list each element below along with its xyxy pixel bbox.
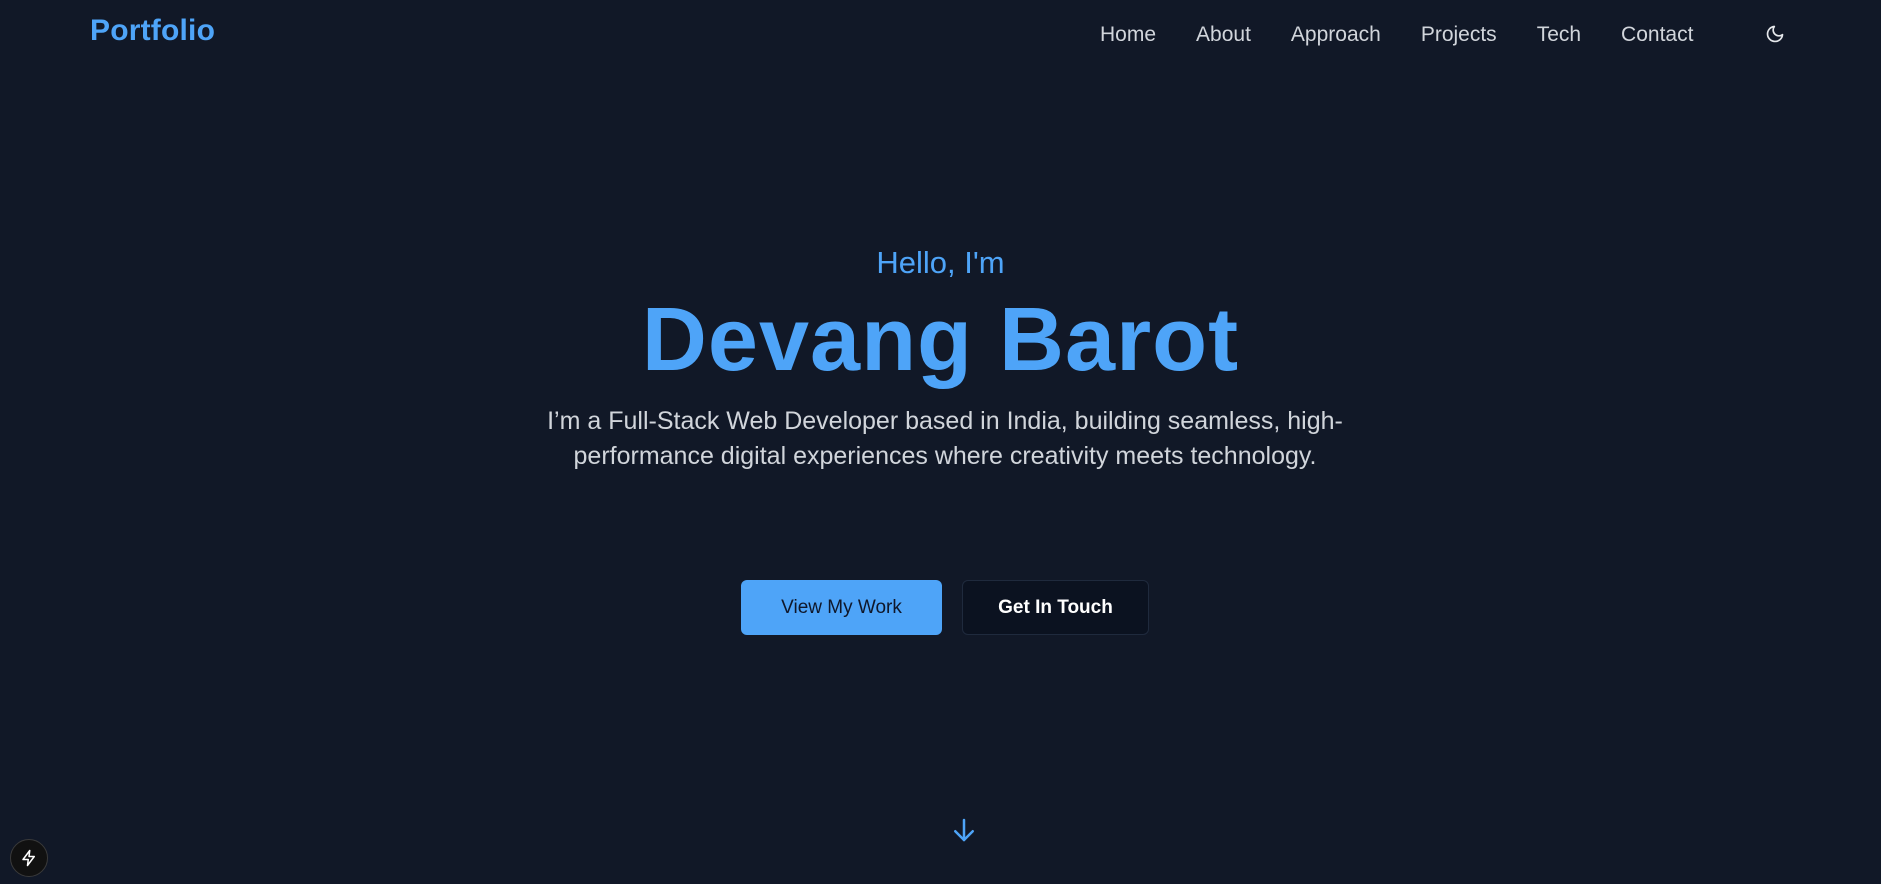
dev-tools-badge[interactable]	[10, 839, 48, 877]
nav-projects[interactable]: Projects	[1421, 20, 1497, 50]
arrow-down-icon	[954, 818, 974, 842]
main-nav: Home About Approach Projects Tech Contac…	[1100, 20, 1733, 50]
moon-icon	[1766, 25, 1784, 43]
hero-name: Devang Barot	[641, 290, 1240, 390]
hero-greeting: Hello, I'm	[876, 245, 1005, 280]
nav-about[interactable]: About	[1196, 20, 1251, 50]
nav-tech[interactable]: Tech	[1537, 20, 1581, 50]
page: Portfolio Home About Approach Projects T…	[0, 0, 1881, 884]
lightning-icon	[22, 849, 35, 867]
view-my-work-button[interactable]: View My Work	[741, 580, 942, 635]
theme-toggle-button[interactable]	[1761, 20, 1789, 48]
nav-home[interactable]: Home	[1100, 20, 1156, 50]
nav-contact[interactable]: Contact	[1621, 20, 1693, 50]
scroll-down-button[interactable]	[949, 815, 979, 845]
hero-tagline: I’m a Full-Stack Web Developer based in …	[547, 407, 1343, 470]
nav-approach[interactable]: Approach	[1291, 20, 1381, 50]
brand-logo[interactable]: Portfolio	[90, 14, 215, 48]
get-in-touch-button[interactable]: Get In Touch	[962, 580, 1149, 635]
